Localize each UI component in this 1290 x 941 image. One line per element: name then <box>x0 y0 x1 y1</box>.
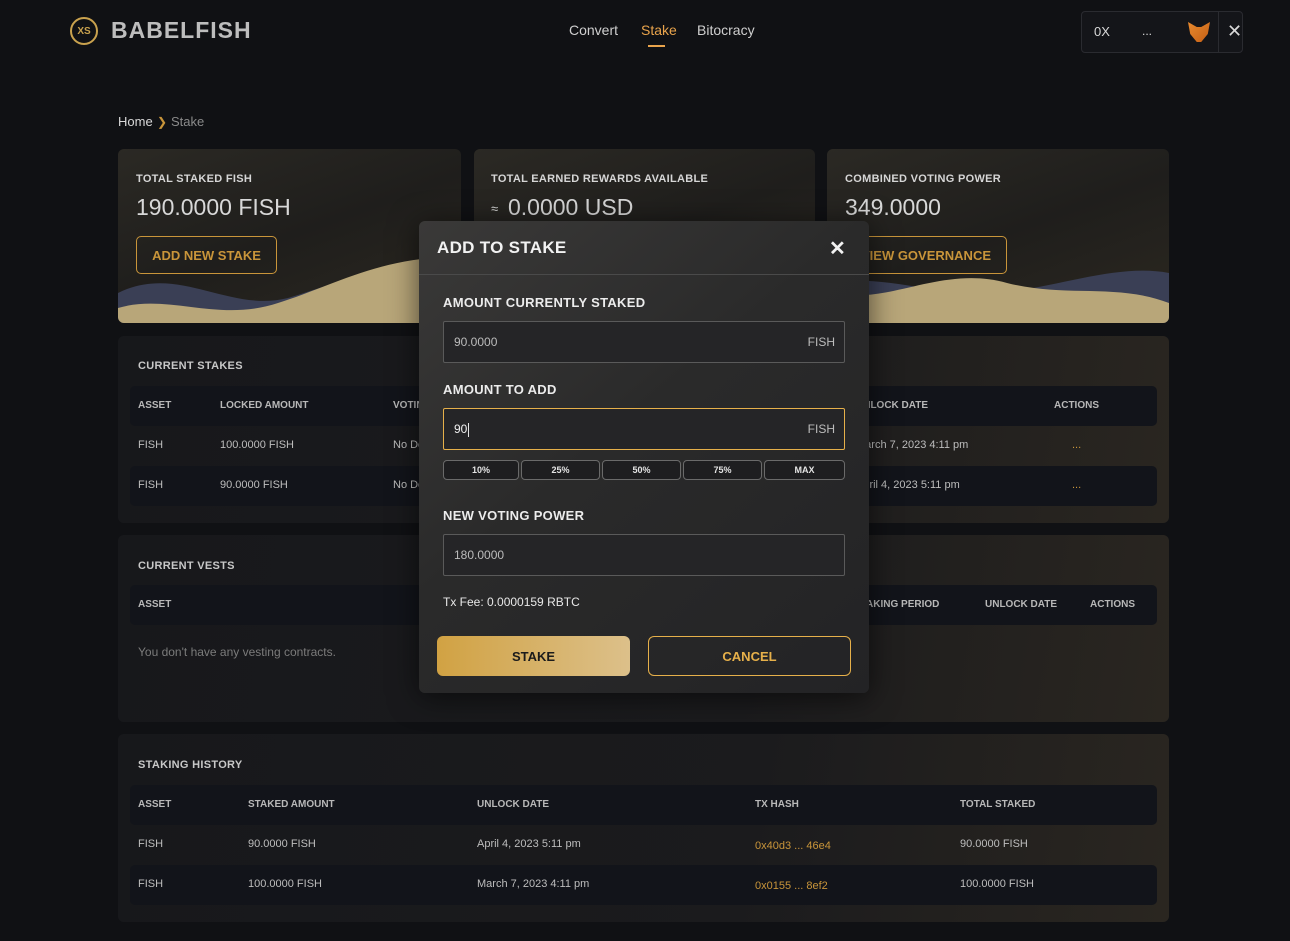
percent-50-button[interactable]: 50% <box>602 460 681 480</box>
cell-asset: FISH <box>138 878 164 890</box>
wallet-address-ellipsis: ... <box>1142 24 1153 38</box>
table-row: FISH 100.0000 FISH March 7, 2023 4:11 pm… <box>130 865 1157 905</box>
column-header: UNLOCK DATE <box>985 599 1058 610</box>
nav-active-indicator <box>648 45 665 47</box>
breadcrumb-chevron-icon: ❯ <box>157 115 168 129</box>
section-title: CURRENT VESTS <box>138 560 235 572</box>
cell-locked: 90.0000 FISH <box>220 479 288 491</box>
wallet-widget[interactable]: 0X ... ✕ <box>1081 11 1243 53</box>
stake-button[interactable]: STAKE <box>437 636 630 676</box>
breadcrumb-home[interactable]: Home <box>118 114 153 129</box>
card-value: 0.0000 USD <box>508 194 634 220</box>
card-voting-power: COMBINED VOTING POWER 349.0000 VIEW GOVE… <box>827 149 1169 323</box>
section-title: STAKING HISTORY <box>138 759 243 771</box>
cell-unlock: April 4, 2023 5:11 pm <box>477 838 581 850</box>
wallet-address: 0X <box>1094 24 1110 39</box>
wallet-divider <box>1218 12 1219 52</box>
approx-icon: ≈ <box>491 201 499 216</box>
percent-25-button[interactable]: 25% <box>521 460 600 480</box>
logo-icon: XS <box>70 17 98 45</box>
column-header: TX HASH <box>755 799 799 810</box>
tx-fee: Tx Fee: 0.0000159 RBTC <box>443 595 580 609</box>
nav-bitocracy[interactable]: Bitocracy <box>697 22 755 38</box>
card-value: 349.0000 <box>845 194 941 220</box>
row-actions-button[interactable]: ... <box>1072 439 1081 451</box>
staking-history-section: STAKING HISTORY ASSET STAKED AMOUNT UNLO… <box>118 734 1169 922</box>
nav-stake[interactable]: Stake <box>641 22 677 38</box>
empty-state-text: You don't have any vesting contracts. <box>138 645 336 659</box>
card-label: TOTAL STAKED FISH <box>136 173 253 185</box>
text-caret <box>468 422 470 437</box>
cell-unlock: March 7, 2023 4:11 pm <box>856 439 969 451</box>
cancel-button[interactable]: CANCEL <box>648 636 851 676</box>
max-button[interactable]: MAX <box>764 460 845 480</box>
add-to-stake-dialog: ADD TO STAKE ✕ AMOUNT CURRENTLY STAKED 9… <box>419 221 869 693</box>
cell-unlock: March 7, 2023 4:11 pm <box>477 878 590 890</box>
column-header: ACTIONS <box>1054 400 1099 411</box>
cell-total: 90.0000 FISH <box>960 838 1028 850</box>
tx-hash-link[interactable]: 0x40d3 ... 46e4 <box>755 840 831 852</box>
cell-asset: FISH <box>138 838 164 850</box>
metamask-fox-icon <box>1188 22 1210 42</box>
cell-total: 100.0000 FISH <box>960 878 1034 890</box>
card-label: COMBINED VOTING POWER <box>845 173 1002 185</box>
cell-asset: FISH <box>138 479 164 491</box>
column-header: LOCKED AMOUNT <box>220 400 309 411</box>
close-icon[interactable]: ✕ <box>829 236 846 261</box>
input-text: 90 <box>454 422 468 436</box>
current-stake-field: 90.0000 FISH <box>443 321 845 363</box>
percent-10-button[interactable]: 10% <box>443 460 519 480</box>
card-value: 190.0000 FISH <box>136 194 291 220</box>
new-voting-power-label: NEW VOTING POWER <box>443 508 585 523</box>
new-voting-power-value: 180.0000 <box>454 548 505 562</box>
column-header: ACTIONS <box>1090 599 1135 610</box>
view-governance-button[interactable]: VIEW GOVERNANCE <box>845 236 1007 274</box>
column-header: ASSET <box>138 599 172 610</box>
logo-text[interactable]: BABELFISH <box>111 17 252 44</box>
new-voting-power-field: 180.0000 <box>443 534 845 576</box>
column-header: UNLOCK DATE <box>477 799 550 810</box>
amount-to-add-input[interactable]: 90 FISH <box>443 408 845 450</box>
table-row: FISH 90.0000 FISH April 4, 2023 5:11 pm … <box>130 825 1157 865</box>
section-title: CURRENT STAKES <box>138 360 243 372</box>
cell-asset: FISH <box>138 439 164 451</box>
percent-75-button[interactable]: 75% <box>683 460 762 480</box>
amount-to-add-value[interactable]: 90 <box>454 422 470 437</box>
column-header: ASSET <box>138 400 172 411</box>
cell-unlock: April 4, 2023 5:11 pm <box>856 479 960 491</box>
disconnect-wallet-button[interactable]: ✕ <box>1227 21 1242 42</box>
current-stake-label: AMOUNT CURRENTLY STAKED <box>443 295 646 310</box>
add-new-stake-button[interactable]: ADD NEW STAKE <box>136 236 277 274</box>
row-actions-button[interactable]: ... <box>1072 479 1081 491</box>
dialog-divider <box>419 274 869 275</box>
current-stake-value: 90.0000 <box>454 335 498 349</box>
card-total-staked: TOTAL STAKED FISH 190.0000 FISH ADD NEW … <box>118 149 461 323</box>
cell-locked: 100.0000 FISH <box>220 439 294 451</box>
breadcrumb-current: Stake <box>171 114 205 129</box>
nav-convert[interactable]: Convert <box>569 22 618 38</box>
cell-staked: 100.0000 FISH <box>248 878 322 890</box>
cell-staked: 90.0000 FISH <box>248 838 316 850</box>
amount-to-add-label: AMOUNT TO ADD <box>443 382 557 397</box>
unit-label: FISH <box>807 335 835 349</box>
tx-hash-link[interactable]: 0x0155 ... 8ef2 <box>755 880 828 892</box>
table-header: ASSET STAKED AMOUNT UNLOCK DATE TX HASH … <box>130 785 1157 825</box>
dialog-title: ADD TO STAKE <box>437 238 567 257</box>
column-header: STAKED AMOUNT <box>248 799 335 810</box>
unit-label: FISH <box>807 422 835 436</box>
card-label: TOTAL EARNED REWARDS AVAILABLE <box>491 173 709 185</box>
column-header: ASSET <box>138 799 172 810</box>
column-header: TOTAL STAKED <box>960 799 1036 810</box>
